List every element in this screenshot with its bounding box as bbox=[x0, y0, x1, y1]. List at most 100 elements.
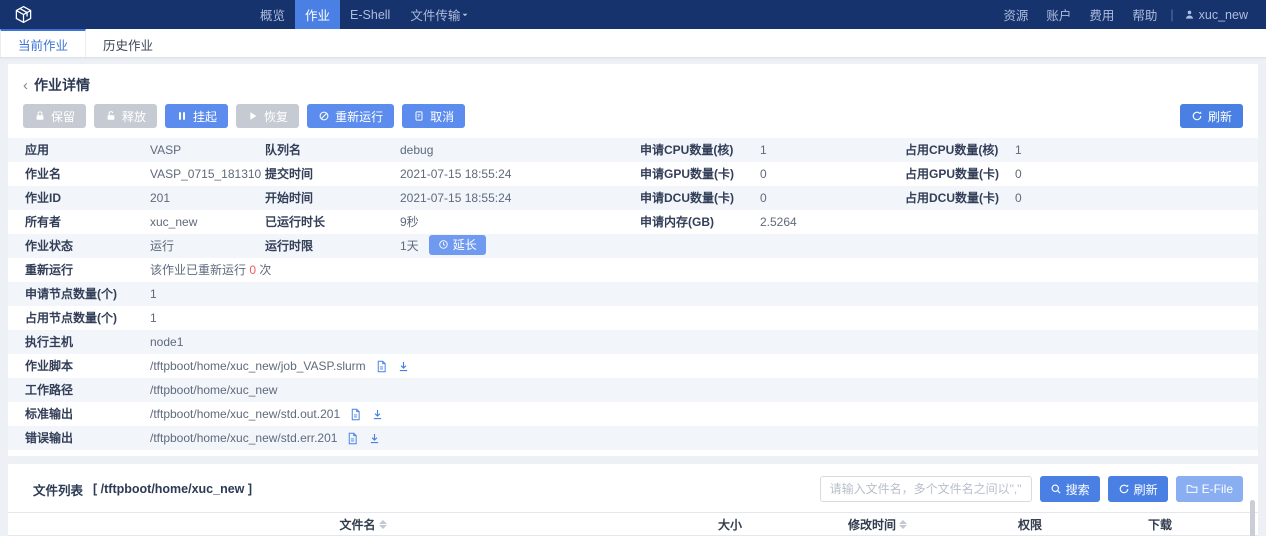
tab-当前作业[interactable]: 当前作业 bbox=[0, 29, 86, 57]
view-file-icon bbox=[346, 432, 359, 445]
field-label: 作业状态 bbox=[25, 234, 150, 258]
view-file-button[interactable] bbox=[346, 432, 359, 445]
refresh-icon bbox=[1118, 483, 1130, 495]
detail-row: 申请节点数量(个)1 bbox=[8, 282, 1258, 306]
column-header-文件名[interactable]: 文件名 bbox=[8, 516, 718, 533]
cancel-icon bbox=[413, 110, 425, 122]
column-header-修改时间[interactable]: 修改时间 bbox=[848, 516, 1018, 533]
field-value: 运行 bbox=[150, 234, 265, 258]
field-label: 占用节点数量(个) bbox=[25, 306, 150, 330]
nav-item-资源[interactable]: 资源 bbox=[994, 5, 1037, 24]
detail-row: 作业脚本/tftpboot/home/xuc_new/job_VASP.slur… bbox=[8, 354, 1258, 378]
view-file-button[interactable] bbox=[375, 360, 388, 373]
job-toolbar: 保留释放挂起恢复重新运行取消 刷新 bbox=[8, 104, 1258, 138]
app-logo[interactable] bbox=[0, 0, 45, 29]
download-file-button[interactable] bbox=[368, 432, 381, 445]
取消-button[interactable]: 取消 bbox=[402, 104, 465, 128]
download-file-button[interactable] bbox=[397, 360, 410, 373]
file-list-card: 文件列表 [ /tftpboot/home/xuc_new ] 搜索 刷新 E-… bbox=[8, 464, 1258, 536]
nav-item-费用[interactable]: 费用 bbox=[1080, 5, 1123, 24]
file-refresh-button[interactable]: 刷新 bbox=[1108, 476, 1168, 502]
download-icon bbox=[397, 360, 410, 373]
field-label: 申请内存(GB) bbox=[640, 210, 760, 234]
nav-item-E-Shell[interactable]: E-Shell bbox=[340, 0, 400, 29]
refresh-icon bbox=[1191, 110, 1203, 122]
field-label: 标准输出 bbox=[25, 402, 150, 426]
field-label: 工作路径 bbox=[25, 378, 150, 402]
detail-row: 重新运行该作业已重新运行 0 次 bbox=[8, 258, 1258, 282]
field-value: 1 bbox=[150, 282, 1258, 306]
field-label: 占用CPU数量(核) bbox=[905, 138, 1015, 162]
table-scrollbar[interactable] bbox=[1250, 500, 1255, 536]
user-menu[interactable]: xuc_new bbox=[1178, 8, 1254, 22]
nav-item-文件传输[interactable]: 文件传输 bbox=[400, 0, 480, 29]
column-header-权限: 权限 bbox=[1018, 516, 1148, 533]
download-file-button[interactable] bbox=[371, 408, 384, 421]
detail-row: 作业状态运行运行时限1天延长 bbox=[8, 234, 1258, 258]
field-value: 201 bbox=[150, 186, 265, 210]
detail-row: 错误输出/tftpboot/home/xuc_new/std.err.201 bbox=[8, 426, 1258, 450]
job-tabbar: 当前作业历史作业 bbox=[0, 29, 1266, 58]
field-label: 占用GPU数量(卡) bbox=[905, 162, 1015, 186]
field-value: node1 bbox=[150, 330, 1258, 354]
field-label: 所有者 bbox=[25, 210, 150, 234]
detail-row: 作业名VASP_0715_181310提交时间2021-07-15 18:55:… bbox=[8, 162, 1258, 186]
释放-button[interactable]: 释放 bbox=[94, 104, 157, 128]
username: xuc_new bbox=[1199, 8, 1248, 22]
field-value: 1 bbox=[1015, 138, 1258, 162]
detail-refresh-button[interactable]: 刷新 bbox=[1180, 104, 1243, 128]
rerun-icon bbox=[318, 110, 330, 122]
field-label: 占用DCU数量(卡) bbox=[905, 186, 1015, 210]
field-label: 运行时限 bbox=[265, 234, 400, 258]
field-value: 1天延长 bbox=[400, 234, 1258, 258]
nav-item-概览[interactable]: 概览 bbox=[250, 0, 295, 29]
field-value: 1 bbox=[760, 138, 905, 162]
detail-row: 标准输出/tftpboot/home/xuc_new/std.out.201 bbox=[8, 402, 1258, 426]
nav-item-作业[interactable]: 作业 bbox=[295, 0, 340, 29]
挂起-button[interactable]: 挂起 bbox=[165, 104, 228, 128]
nav-separator: | bbox=[1166, 8, 1177, 22]
pause-icon bbox=[176, 110, 188, 122]
field-label: 作业ID bbox=[25, 186, 150, 210]
search-button[interactable]: 搜索 bbox=[1040, 476, 1100, 502]
play-icon bbox=[247, 110, 259, 122]
file-list-header: 文件列表 [ /tftpboot/home/xuc_new ] 搜索 刷新 E-… bbox=[8, 476, 1258, 512]
field-value: 1 bbox=[150, 306, 1258, 330]
search-icon bbox=[1050, 483, 1062, 495]
恢复-button[interactable]: 恢复 bbox=[236, 104, 299, 128]
field-label: 错误输出 bbox=[25, 426, 150, 450]
重新运行-button[interactable]: 重新运行 bbox=[307, 104, 394, 128]
detail-row: 工作路径/tftpboot/home/xuc_new bbox=[8, 378, 1258, 402]
page-title-row: ‹作业详情 bbox=[8, 64, 1258, 104]
field-value: 该作业已重新运行 0 次 bbox=[150, 258, 1258, 282]
file-list-path: [ /tftpboot/home/xuc_new ] bbox=[93, 482, 252, 496]
detail-row: 应用VASP队列名debug申请CPU数量(核)1占用CPU数量(核)1 bbox=[8, 138, 1258, 162]
main-menu: 概览作业E-Shell文件传输 bbox=[250, 0, 480, 29]
view-file-button[interactable] bbox=[349, 408, 362, 421]
efile-button[interactable]: E-File bbox=[1176, 476, 1243, 502]
sort-icon bbox=[379, 520, 387, 529]
field-value: VASP_0715_181310 bbox=[150, 162, 265, 186]
field-value: 0 bbox=[1015, 162, 1258, 186]
file-search-input[interactable] bbox=[820, 476, 1032, 502]
field-label: 重新运行 bbox=[25, 258, 150, 282]
field-label: 队列名 bbox=[265, 138, 400, 162]
field-value: /tftpboot/home/xuc_new/std.out.201 bbox=[150, 402, 1258, 426]
field-label: 申请DCU数量(卡) bbox=[640, 186, 760, 210]
extend-button[interactable]: 延长 bbox=[429, 235, 486, 255]
field-label: 申请CPU数量(核) bbox=[640, 138, 760, 162]
back-button[interactable]: ‹ bbox=[23, 77, 28, 94]
download-icon bbox=[371, 408, 384, 421]
file-table: 文件名大小修改时间权限下载INCAR325 B2021-07-15 16:07:… bbox=[8, 512, 1258, 536]
field-label: 执行主机 bbox=[25, 330, 150, 354]
tab-历史作业[interactable]: 历史作业 bbox=[86, 29, 170, 57]
file-controls: 搜索 刷新 E-File bbox=[820, 476, 1243, 502]
nav-item-账户[interactable]: 账户 bbox=[1037, 5, 1080, 24]
保留-button[interactable]: 保留 bbox=[23, 104, 86, 128]
rerun-count: 0 bbox=[249, 263, 256, 277]
field-value: VASP bbox=[150, 138, 265, 162]
caret-down-icon bbox=[460, 10, 470, 20]
lock-icon bbox=[34, 110, 46, 122]
field-value: /tftpboot/home/xuc_new/std.err.201 bbox=[150, 426, 1258, 450]
nav-item-帮助[interactable]: 帮助 bbox=[1123, 5, 1166, 24]
